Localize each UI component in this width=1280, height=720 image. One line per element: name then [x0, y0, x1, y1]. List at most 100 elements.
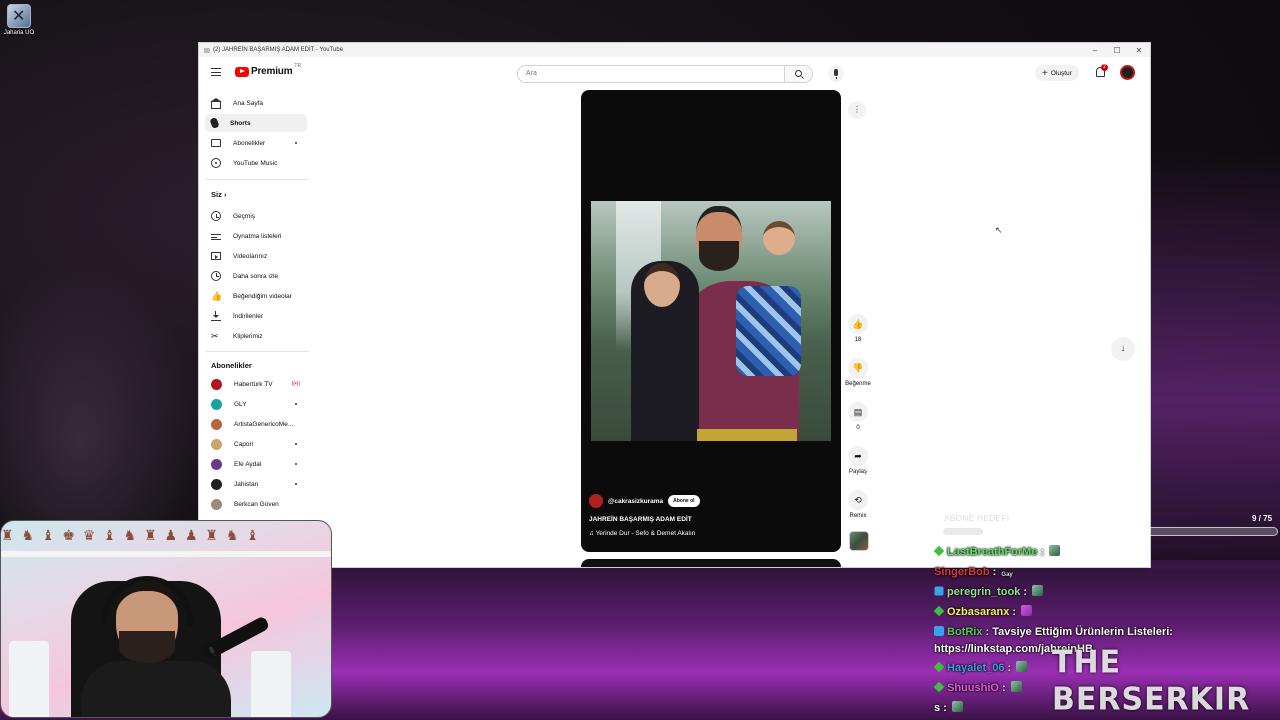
plus-icon: + — [1042, 67, 1048, 79]
sidebar-item-label: Abonelikler — [233, 139, 266, 147]
desktop-wallpaper-glow-left — [0, 260, 200, 560]
sub-goal-progress-fill — [943, 528, 984, 535]
window-titlebar[interactable]: (2) JAHREİN BAŞARMIŞ ADAM EDİT - YouTube… — [199, 43, 1150, 57]
chat-message: Ozbasaranx : — [933, 604, 1274, 620]
desktop-shortcut[interactable]: Jaharia UO — [2, 4, 36, 36]
chat-text: Tavsiye Ettiğim Ürünlerin Listeleri: — [992, 626, 1173, 638]
sidebar-item-label: Kliplerimiz — [233, 332, 263, 340]
channel-avatar — [211, 398, 222, 410]
sidebar-item-clips[interactable]: ✂ Kliplerimiz — [205, 327, 307, 345]
chat-username[interactable]: SingerBob — [934, 566, 990, 578]
new-content-dot — [295, 483, 297, 485]
like-icon: 👍 — [211, 291, 223, 301]
sidebar-item-subscriptions[interactable]: Abonelikler — [205, 134, 307, 152]
sidebar-item-history[interactable]: Geçmiş — [205, 207, 307, 225]
short-video-frame — [591, 201, 831, 441]
sidebar-item-label: YouTube Music — [233, 159, 278, 167]
close-button[interactable]: ✕ — [1128, 46, 1150, 55]
new-content-dot — [295, 443, 297, 445]
sidebar-item-label: Geçmiş — [233, 212, 256, 220]
subscription-item[interactable]: Jahistan — [205, 475, 307, 493]
short-title[interactable]: JAHREİN BAŞARMIŞ ADAM EDİT — [589, 516, 692, 523]
window-title: (2) JAHREİN BAŞARMIŞ ADAM EDİT - YouTube — [213, 47, 344, 53]
sidebar-section-you[interactable]: Siz › — [211, 190, 226, 199]
history-icon — [211, 211, 221, 221]
remix-button[interactable]: ⟲ Remix — [845, 490, 871, 519]
dislike-button[interactable]: 👎 Beğenme — [845, 358, 871, 387]
short-music[interactable]: ♫ Yerinde Dur - Sefo & Demet Akalın — [589, 530, 695, 537]
subscription-item[interactable]: Habertürk TV ((•)) — [205, 375, 307, 393]
chat-separator: : — [1009, 606, 1020, 618]
sidebar-item-playlists[interactable]: Oynatma listeleri — [205, 227, 307, 245]
mod-badge-icon — [934, 626, 944, 636]
new-content-dot — [295, 463, 297, 465]
subscribe-button[interactable]: Abone ol — [668, 495, 700, 507]
share-button[interactable]: ➦ Paylaş — [845, 446, 871, 475]
dislike-label: Beğenme — [845, 381, 871, 387]
channel-avatar[interactable] — [589, 494, 603, 508]
like-count: 18 — [854, 337, 862, 343]
logo-text: Premium — [251, 66, 293, 77]
chat-separator: : — [998, 682, 1009, 694]
shorts-player[interactable]: @cakrasizkurama Abone ol JAHREİN BAŞARMI… — [581, 90, 841, 552]
clock-icon — [211, 271, 221, 281]
game-icon — [7, 4, 31, 28]
subscription-item[interactable]: GLY — [205, 395, 307, 413]
remix-icon: ⟲ — [848, 490, 868, 510]
sidebar-divider — [205, 351, 309, 352]
chat-username[interactable]: BotRix — [947, 626, 982, 638]
gem-badge-icon — [934, 586, 944, 596]
subscription-item[interactable]: Berkcan Güven — [205, 495, 307, 513]
sound-thumbnail[interactable] — [849, 531, 869, 551]
video-icon — [211, 252, 221, 260]
like-button[interactable]: 👍 18 — [845, 314, 871, 343]
chat-emote-icon — [1021, 605, 1033, 616]
chat-separator: : — [982, 626, 993, 638]
account-avatar[interactable] — [1120, 65, 1135, 80]
sidebar-item-label: İndirilenler — [233, 312, 263, 320]
hamburger-menu-icon[interactable] — [211, 68, 221, 76]
sidebar-item-liked-videos[interactable]: 👍 Beğendiğim videolar — [205, 287, 307, 305]
next-short-preview[interactable] — [581, 559, 841, 567]
chat-message: BotRix : Tavsiye Ettiğim Ürünlerin Liste… — [934, 624, 1274, 640]
sub-goal-label: ABONE HEDEFİ — [944, 514, 1010, 523]
chat-separator: : — [1004, 662, 1015, 674]
next-short-arrow-icon[interactable]: ↓ — [1111, 337, 1135, 361]
sidebar-item-downloads[interactable]: İndirilenler — [205, 307, 307, 325]
chat-separator: : — [989, 566, 1000, 578]
chat-separator: : — [940, 702, 950, 714]
sidebar-item-home[interactable]: Ana Sayfa — [205, 94, 307, 112]
more-options-icon[interactable]: ⋮ — [848, 101, 866, 119]
search-input[interactable]: Ara — [517, 65, 785, 83]
sidebar-item-youtube-music[interactable]: YouTube Music — [205, 154, 307, 172]
subscription-item[interactable]: ArtistaGenericoMe... — [205, 415, 307, 433]
sidebar-divider — [205, 179, 309, 180]
minimize-button[interactable]: – — [1084, 46, 1106, 55]
voice-search-icon[interactable] — [828, 66, 844, 82]
short-channel-row: @cakrasizkurama Abone ol — [589, 494, 700, 508]
chat-username[interactable]: Ozbasaranx — [947, 606, 1009, 618]
chat-username[interactable]: Hayalet_06 — [947, 662, 1005, 674]
subscription-item[interactable]: Efe Aydal — [205, 455, 307, 473]
create-button[interactable]: + Oluştur — [1035, 65, 1079, 81]
channel-name: Jahistan — [234, 480, 259, 488]
sidebar-item-watch-later[interactable]: Daha sonra izle — [205, 267, 307, 285]
chat-username[interactable]: peregrin_took — [947, 586, 1020, 598]
shorts-icon — [209, 117, 220, 129]
subscription-item[interactable]: Capori — [205, 435, 307, 453]
maximize-button[interactable]: ☐ — [1106, 46, 1128, 55]
new-content-dot — [295, 142, 297, 144]
comments-button[interactable]: ▤ 0 — [845, 402, 871, 431]
youtube-logo[interactable]: Premium TR — [235, 63, 301, 77]
home-icon — [210, 97, 222, 109]
chat-username[interactable]: ShuushiO — [947, 682, 999, 694]
chat-emote-icon: Gay — [1001, 572, 1013, 578]
chat-username[interactable]: LastBreathForMe — [947, 546, 1037, 558]
sidebar-item-shorts[interactable]: Shorts — [205, 114, 307, 132]
diamond-badge-icon — [933, 661, 945, 673]
channel-handle[interactable]: @cakrasizkurama — [608, 498, 663, 505]
subscriptions-icon — [211, 139, 221, 147]
search-button[interactable] — [785, 65, 813, 83]
notifications-bell-icon[interactable]: 2 — [1094, 64, 1108, 78]
sidebar-item-your-videos[interactable]: Videolarınız — [205, 247, 307, 265]
